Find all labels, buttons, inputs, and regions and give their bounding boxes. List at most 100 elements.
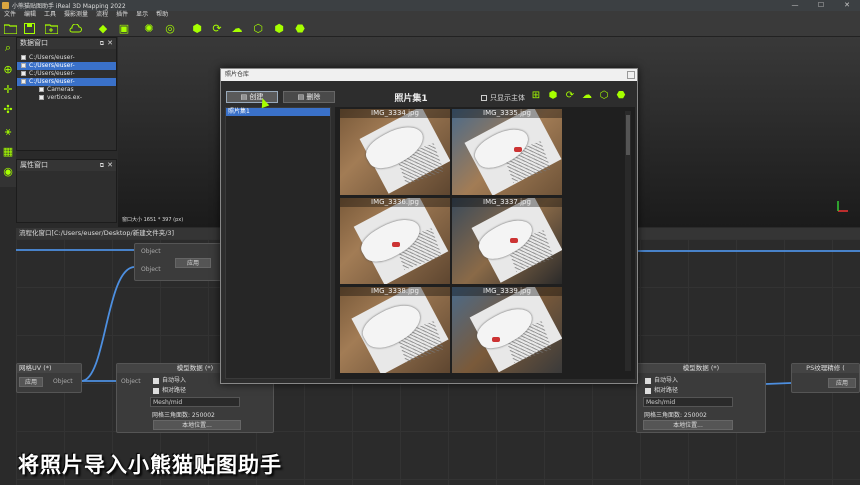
menu-flow[interactable]: 流程 bbox=[92, 11, 112, 19]
texture-icon[interactable]: ⬡ bbox=[251, 21, 265, 35]
checkbox[interactable] bbox=[21, 79, 26, 84]
scrollbar-thumb[interactable] bbox=[626, 115, 630, 155]
photo-set-item[interactable]: 照片集1 bbox=[226, 108, 330, 116]
data-window-header: 数据窗口 ⧉ ✕ bbox=[17, 38, 116, 49]
mesh-icon[interactable]: ⬢ bbox=[546, 89, 560, 103]
tree-item[interactable]: C:/Users/euser- bbox=[17, 70, 116, 78]
target-icon[interactable]: ◎ bbox=[163, 21, 177, 35]
node-icon[interactable]: ⚹ bbox=[1, 125, 15, 139]
cloud-icon[interactable] bbox=[68, 21, 82, 35]
maximize-button[interactable]: ☐ bbox=[808, 0, 834, 11]
sync-icon[interactable]: ⟳ bbox=[210, 21, 224, 35]
cloud-upload-icon[interactable]: ☁ bbox=[230, 21, 244, 35]
tree-item[interactable]: vertices.ex- bbox=[17, 94, 116, 102]
triangle-count: 网格三角面数: 250002 bbox=[644, 412, 707, 419]
photo-thumbnail[interactable]: IMG_3336.jpg bbox=[340, 198, 450, 284]
mesh-path-field[interactable]: Mesh/mid bbox=[643, 397, 733, 407]
object-node[interactable]: Object Object Ob 应用 bbox=[134, 243, 236, 281]
apply-button[interactable]: 应用 bbox=[828, 378, 856, 388]
zoom-icon[interactable]: ⊕ bbox=[1, 63, 15, 77]
checkbox[interactable] bbox=[21, 55, 26, 60]
move-icon[interactable]: ✛ bbox=[1, 83, 15, 97]
apply-button[interactable]: 应用 bbox=[19, 377, 43, 387]
window-controls: — ☐ ✕ bbox=[782, 0, 860, 11]
auto-import-checkbox[interactable]: 自动导入 bbox=[153, 375, 186, 384]
local-location-button[interactable]: 本地位置... bbox=[643, 420, 733, 430]
photo-thumbnail[interactable]: IMG_3337.jpg bbox=[452, 198, 562, 284]
menu-display[interactable]: 显示 bbox=[132, 11, 152, 19]
photo-filename: IMG_3338.jpg bbox=[340, 287, 450, 296]
mesh-icon[interactable]: ⬢ bbox=[190, 21, 204, 35]
menu-edit[interactable]: 编辑 bbox=[20, 11, 40, 19]
menu-file[interactable]: 文件 bbox=[0, 11, 20, 19]
search-icon[interactable]: ⌕ bbox=[1, 41, 15, 55]
checkbox[interactable] bbox=[21, 71, 26, 76]
mesh-path-field[interactable]: Mesh/mid bbox=[150, 397, 240, 407]
node-title: 网格UV (*) bbox=[17, 364, 81, 373]
sync-icon[interactable]: ⟳ bbox=[563, 89, 577, 103]
node-title: 模型数据 (*) bbox=[637, 364, 765, 373]
texture-icon[interactable]: ⬡ bbox=[597, 89, 611, 103]
relative-path-checkbox[interactable]: 相对路径 bbox=[645, 385, 678, 394]
auto-import-checkbox[interactable]: 自动导入 bbox=[645, 375, 678, 384]
float-button[interactable]: ⧉ bbox=[100, 38, 104, 49]
checkbox[interactable] bbox=[21, 63, 26, 68]
cloud-icon[interactable]: ☁ bbox=[580, 89, 594, 103]
gear-icon[interactable]: ✺ bbox=[142, 21, 156, 35]
tree-item[interactable]: C:/Users/euser- bbox=[17, 54, 116, 62]
float-button[interactable]: ⧉ bbox=[100, 160, 104, 171]
point-icon[interactable]: ◉ bbox=[1, 165, 15, 179]
data-window: 数据窗口 ⧉ ✕ C:/Users/euser- C:/Users/euser-… bbox=[16, 37, 117, 151]
edit-icon[interactable]: ▣ bbox=[117, 21, 131, 35]
photo-filename: IMG_3334.jpg bbox=[340, 109, 450, 118]
ps-texture-node[interactable]: PS纹理精修 ( 应用 bbox=[791, 363, 860, 393]
photo-thumbnail[interactable]: IMG_3334.jpg bbox=[340, 109, 450, 195]
photo-thumbnail[interactable]: IMG_3335.jpg bbox=[452, 109, 562, 195]
photo-set-title: 照片集1 bbox=[394, 94, 428, 104]
plus-icon[interactable]: ⊞ bbox=[529, 89, 543, 103]
export-icon[interactable]: ⬢ bbox=[272, 21, 286, 35]
render-icon[interactable]: ⬣ bbox=[293, 21, 307, 35]
menu-plugins[interactable]: 插件 bbox=[112, 11, 132, 19]
photo-filename: IMG_3336.jpg bbox=[340, 198, 450, 207]
photo-thumbnail[interactable]: IMG_3338.jpg bbox=[340, 287, 450, 373]
model-data-node[interactable]: 模型数据 (*) 自动导入 相对路径 Mesh/mid 网格三角面数: 2500… bbox=[636, 363, 766, 433]
save-icon[interactable] bbox=[22, 21, 36, 35]
open-folder-icon[interactable] bbox=[3, 21, 17, 35]
create-button[interactable]: ▤ 创建 bbox=[226, 91, 278, 103]
input-port[interactable]: Object bbox=[141, 248, 161, 255]
apply-button[interactable]: 应用 bbox=[175, 258, 211, 268]
delete-button[interactable]: ▤ 删除 bbox=[283, 91, 335, 103]
menu-tools[interactable]: 工具 bbox=[40, 11, 60, 19]
axes-gizmo-icon bbox=[837, 201, 848, 212]
panel-close-button[interactable]: ✕ bbox=[107, 160, 113, 171]
checkbox[interactable] bbox=[39, 95, 44, 100]
data-tree: C:/Users/euser- C:/Users/euser- C:/Users… bbox=[17, 49, 116, 102]
property-window-header: 属性窗口 ⧉ ✕ bbox=[17, 160, 116, 171]
dialog-close-button[interactable] bbox=[627, 71, 635, 79]
photo-grid-scrollbar[interactable] bbox=[625, 111, 631, 371]
show-main-only-checkbox[interactable]: 只显示主体 bbox=[481, 93, 525, 103]
minimize-button[interactable]: — bbox=[782, 0, 808, 11]
menu-help[interactable]: 帮助 bbox=[152, 11, 172, 19]
grid-icon[interactable]: ▦ bbox=[1, 145, 15, 159]
input-port[interactable]: Object bbox=[121, 378, 141, 385]
input-port[interactable]: Object bbox=[141, 266, 161, 273]
transform-icon[interactable]: ◆ bbox=[96, 21, 110, 35]
checkbox[interactable] bbox=[39, 87, 44, 92]
tree-item[interactable]: C:/Users/euser- bbox=[17, 62, 116, 70]
app-logo-icon bbox=[2, 2, 9, 9]
export-icon[interactable]: ⬣ bbox=[614, 89, 628, 103]
close-button[interactable]: ✕ bbox=[834, 0, 860, 11]
tree-item[interactable]: Cameras bbox=[17, 86, 116, 94]
pivot-icon[interactable]: ✣ bbox=[1, 103, 15, 117]
panel-close-button[interactable]: ✕ bbox=[107, 38, 113, 49]
local-location-button[interactable]: 本地位置... bbox=[153, 420, 241, 430]
new-folder-icon[interactable] bbox=[44, 21, 58, 35]
output-port[interactable]: Object bbox=[53, 378, 73, 385]
menu-photogrammetry[interactable]: 摄影测量 bbox=[60, 11, 92, 19]
photo-thumbnail[interactable]: IMG_3339.jpg bbox=[452, 287, 562, 373]
relative-path-checkbox[interactable]: 相对路径 bbox=[153, 385, 186, 394]
tree-item[interactable]: C:/Users/euser- bbox=[17, 78, 116, 86]
uv-node[interactable]: 网格UV (*) 应用 Object bbox=[16, 363, 82, 393]
